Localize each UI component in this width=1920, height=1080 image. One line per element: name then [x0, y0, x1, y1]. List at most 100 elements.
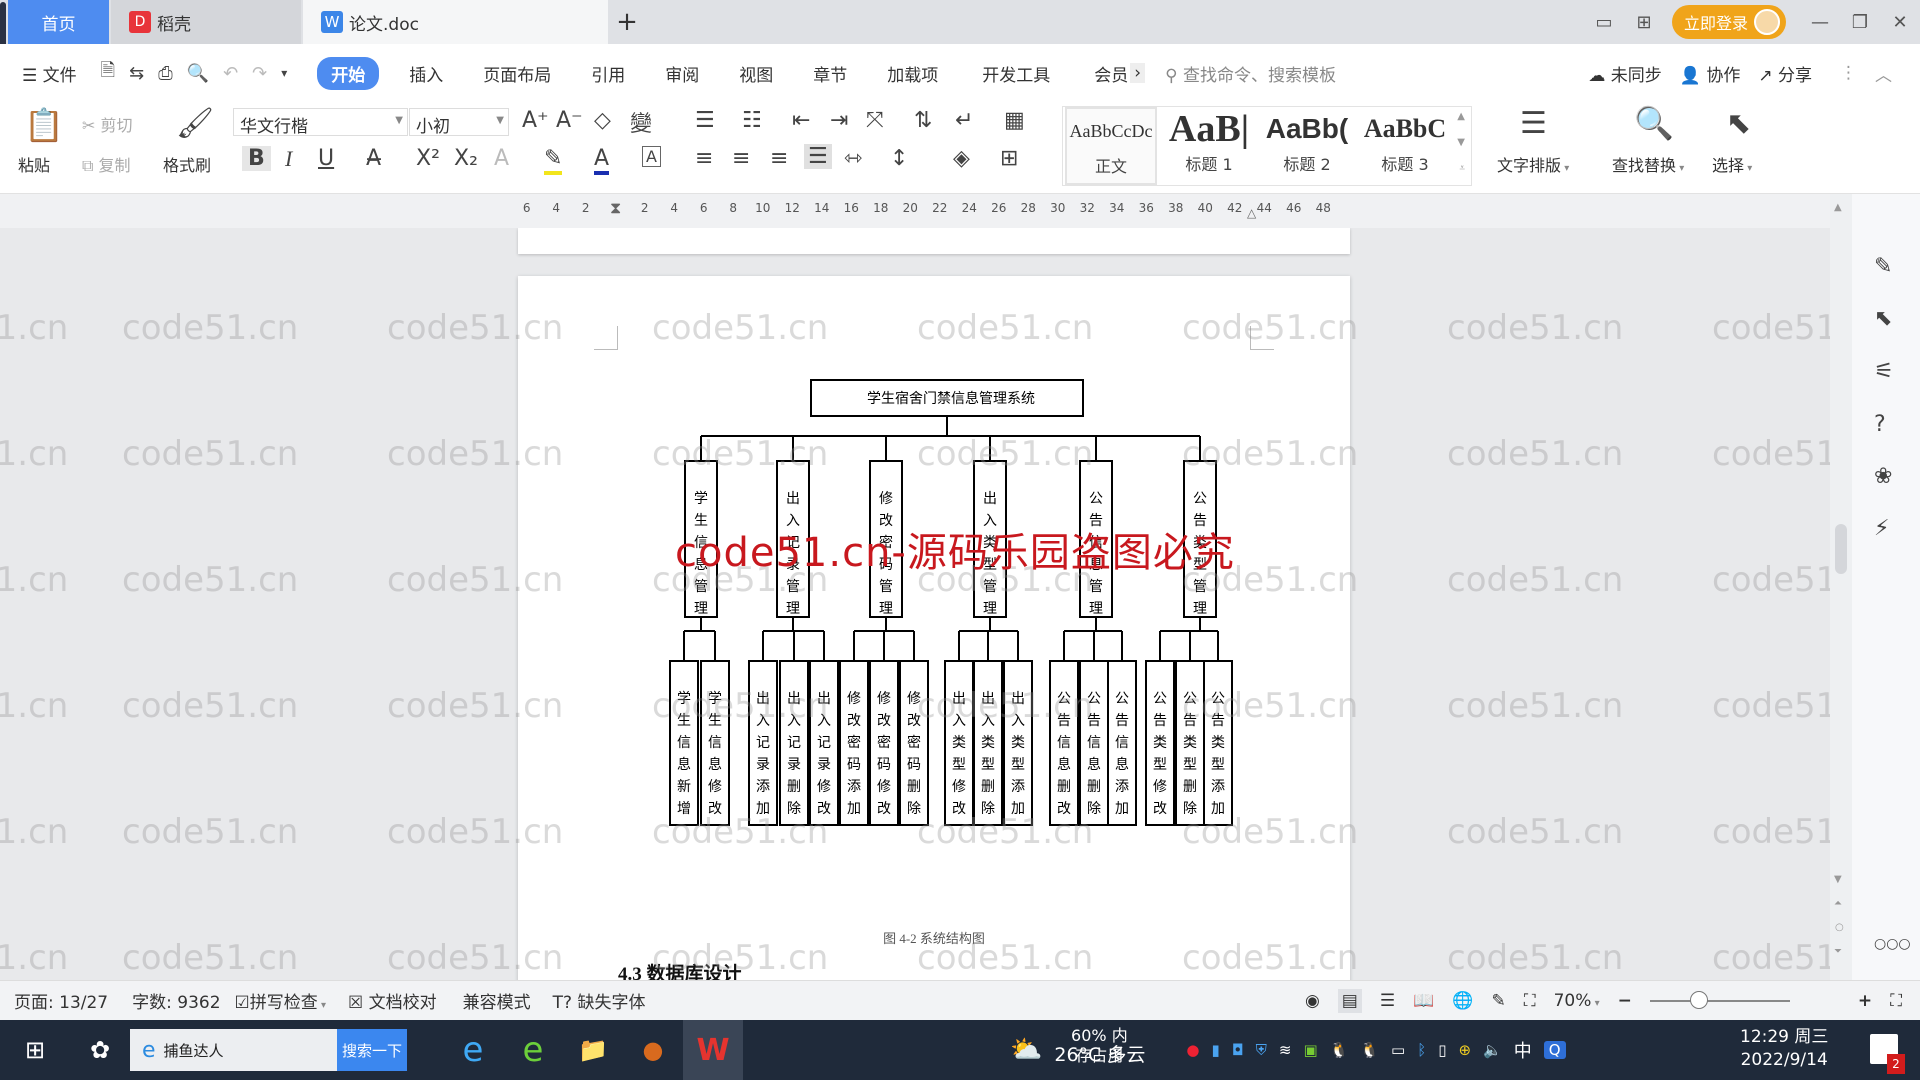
scroll-up-icon[interactable]: ▲ — [1834, 202, 1842, 213]
underline-button[interactable]: U — [318, 146, 334, 171]
subscript-button[interactable]: X₂ — [454, 146, 478, 171]
customize-toolbar-icon[interactable]: ▾ — [281, 66, 287, 80]
style-heading-3[interactable]: AaBbC 标题 3 — [1357, 107, 1453, 185]
font-color-button[interactable]: A — [594, 146, 610, 175]
collapse-ribbon-icon[interactable]: ︿ — [1875, 61, 1892, 86]
numbered-list-icon[interactable]: ☷ — [742, 108, 762, 133]
show-marks-icon[interactable]: ↵ — [955, 108, 973, 133]
zoom-level-select[interactable]: 70% ▾ — [1554, 991, 1600, 1011]
minimize-button[interactable]: — — [1800, 12, 1840, 33]
justify-icon[interactable]: ☰ — [804, 144, 832, 169]
menu-more-button[interactable]: › — [1130, 63, 1146, 83]
menu-tab-references[interactable]: 引用 — [577, 61, 639, 86]
bullet-list-icon[interactable]: ☰ — [695, 108, 715, 133]
table-grid-icon[interactable]: ▦ — [1004, 108, 1025, 133]
align-right-icon[interactable]: ≡ — [770, 146, 788, 171]
menu-tab-member[interactable]: 会员 — [1080, 61, 1130, 86]
restore-button[interactable]: ❐ — [1840, 12, 1880, 33]
find-replace-icon[interactable]: 🔍 — [1634, 104, 1674, 142]
font-size-select[interactable]: 小初 ▼ — [409, 108, 509, 137]
help-icon[interactable]: ? — [1874, 412, 1886, 437]
qq-icon-2[interactable]: 🐧 — [1360, 1041, 1379, 1059]
copy-button[interactable]: ⧉ 复制 — [82, 152, 131, 176]
file-menu[interactable]: ☰ 文件 — [0, 61, 91, 86]
page-view-icon[interactable]: ▤ — [1337, 989, 1362, 1013]
reading-view-icon[interactable]: 📖 — [1413, 991, 1434, 1011]
tray-sync-icon[interactable]: ◘ — [1232, 1041, 1244, 1059]
italic-button[interactable]: I — [285, 146, 292, 172]
shrink-font-icon[interactable]: A⁻ — [556, 108, 583, 133]
sync-button[interactable]: ☁ 未同步 — [1588, 61, 1661, 86]
undo-icon[interactable]: ↶ — [223, 63, 238, 84]
nvidia-icon[interactable]: ▣ — [1303, 1041, 1317, 1059]
weather-widget[interactable]: 26°C 多云 60% 内存占用 — [1054, 1026, 1174, 1070]
style-normal[interactable]: AaBbCcDc 正文 — [1065, 107, 1157, 185]
browse-object-icon[interactable]: ○ — [1835, 922, 1844, 933]
360-browser-icon[interactable]: e — [503, 1020, 563, 1080]
paste-button[interactable]: 粘贴 — [18, 152, 50, 176]
next-page-icon[interactable]: ⏷ — [1834, 946, 1842, 957]
zoom-in-button[interactable]: + — [1858, 991, 1872, 1011]
collab-button[interactable]: 👤 协作 — [1680, 61, 1741, 86]
chinese-layout-icon[interactable]: ⤧ — [866, 108, 884, 133]
volume-icon[interactable]: 🔈 — [1483, 1041, 1502, 1059]
indent-marker[interactable]: ⧗ — [610, 198, 621, 218]
lightning-icon[interactable]: ⚡ — [1874, 516, 1889, 541]
menu-tab-review[interactable]: 审阅 — [651, 61, 713, 86]
new-tab-button[interactable]: + — [612, 0, 642, 44]
menu-tab-addins[interactable]: 加载项 — [873, 61, 952, 86]
sort-icon[interactable]: ⇅ — [914, 108, 932, 133]
char-border-button[interactable]: A — [642, 146, 661, 167]
format-painter-button[interactable]: 格式刷 — [163, 152, 211, 176]
missing-font-button[interactable]: T? 缺失字体 — [553, 988, 646, 1013]
outline-view-icon[interactable]: ☰ — [1380, 991, 1395, 1011]
fullscreen-icon[interactable]: ⛶ — [1890, 991, 1902, 1011]
login-button[interactable]: 立即登录 — [1671, 5, 1786, 39]
start-button[interactable]: ⊞ — [0, 1020, 70, 1080]
find-replace-button[interactable]: 查找替换 ▾ — [1612, 152, 1684, 176]
phonetic-guide-icon[interactable]: 變 — [630, 106, 652, 138]
redo-icon[interactable]: ↷ — [252, 63, 267, 84]
zoom-out-button[interactable]: − — [1618, 991, 1632, 1011]
select-pointer-icon[interactable]: ⬉ — [1726, 106, 1751, 141]
qq-icon[interactable]: 🐧 — [1330, 1041, 1349, 1059]
menu-tab-insert[interactable]: 插入 — [395, 61, 457, 86]
fit-page-icon[interactable]: ⛶ — [1524, 991, 1536, 1011]
tab-daoke[interactable]: D 稻壳 — [111, 0, 301, 44]
text-layout-icon[interactable]: ☰ — [1520, 106, 1547, 141]
page-indicator[interactable]: 页面: 13/27 — [14, 988, 108, 1013]
text-layout-button[interactable]: 文字排版 ▾ — [1497, 152, 1569, 176]
right-indent-marker[interactable]: △ — [1247, 206, 1256, 220]
menu-tab-view[interactable]: 视图 — [725, 61, 787, 86]
line-spacing-icon[interactable]: ↕ — [890, 146, 908, 171]
wps-taskbar-icon[interactable]: W — [683, 1020, 743, 1080]
superscript-button[interactable]: X² — [416, 146, 440, 171]
doc-proofread-button[interactable]: ☒ 文档校对 — [348, 988, 437, 1013]
tray-q-icon[interactable]: Q — [1543, 1041, 1566, 1059]
menu-tab-home[interactable]: 开始 — [317, 56, 380, 90]
settings-sliders-icon[interactable]: ⚟ — [1874, 359, 1894, 384]
reading-layout-icon[interactable]: ▭ — [1584, 12, 1624, 33]
security-shield-icon[interactable]: ⛨ — [1256, 1041, 1267, 1059]
scrollbar-thumb[interactable] — [1835, 524, 1847, 574]
select-button[interactable]: 选择 ▾ — [1712, 152, 1752, 176]
menu-tab-developer[interactable]: 开发工具 — [968, 61, 1064, 86]
distributed-align-icon[interactable]: ⇿ — [844, 146, 862, 171]
ime-indicator[interactable]: 中 — [1514, 1037, 1532, 1063]
paste-icon[interactable]: 📋 — [24, 106, 64, 144]
pointer-icon[interactable]: ⬉ — [1874, 306, 1892, 331]
align-left-icon[interactable]: ≡ — [695, 146, 713, 171]
command-search[interactable]: ⚲ 查找命令、搜索模板 — [1165, 61, 1336, 86]
grow-font-icon[interactable]: A⁺ — [522, 108, 549, 133]
menu-tab-chapter[interactable]: 章节 — [799, 61, 861, 86]
save-icon[interactable]: 🗎 — [101, 58, 115, 88]
clear-format-icon[interactable]: ◇ — [594, 108, 611, 133]
prev-page-icon[interactable]: ⏶ — [1834, 898, 1842, 909]
align-center-icon[interactable]: ≡ — [732, 146, 750, 171]
export-pdf-icon[interactable]: ⇆ — [129, 63, 144, 84]
360-guard-icon[interactable]: ⊕ — [1458, 1041, 1471, 1059]
web-view-icon[interactable]: 🌐 — [1452, 991, 1473, 1011]
highlight-button[interactable]: ✎ — [544, 146, 563, 175]
word-count[interactable]: 字数: 9362 — [132, 988, 220, 1013]
shading-icon[interactable]: ◈ — [953, 146, 970, 171]
